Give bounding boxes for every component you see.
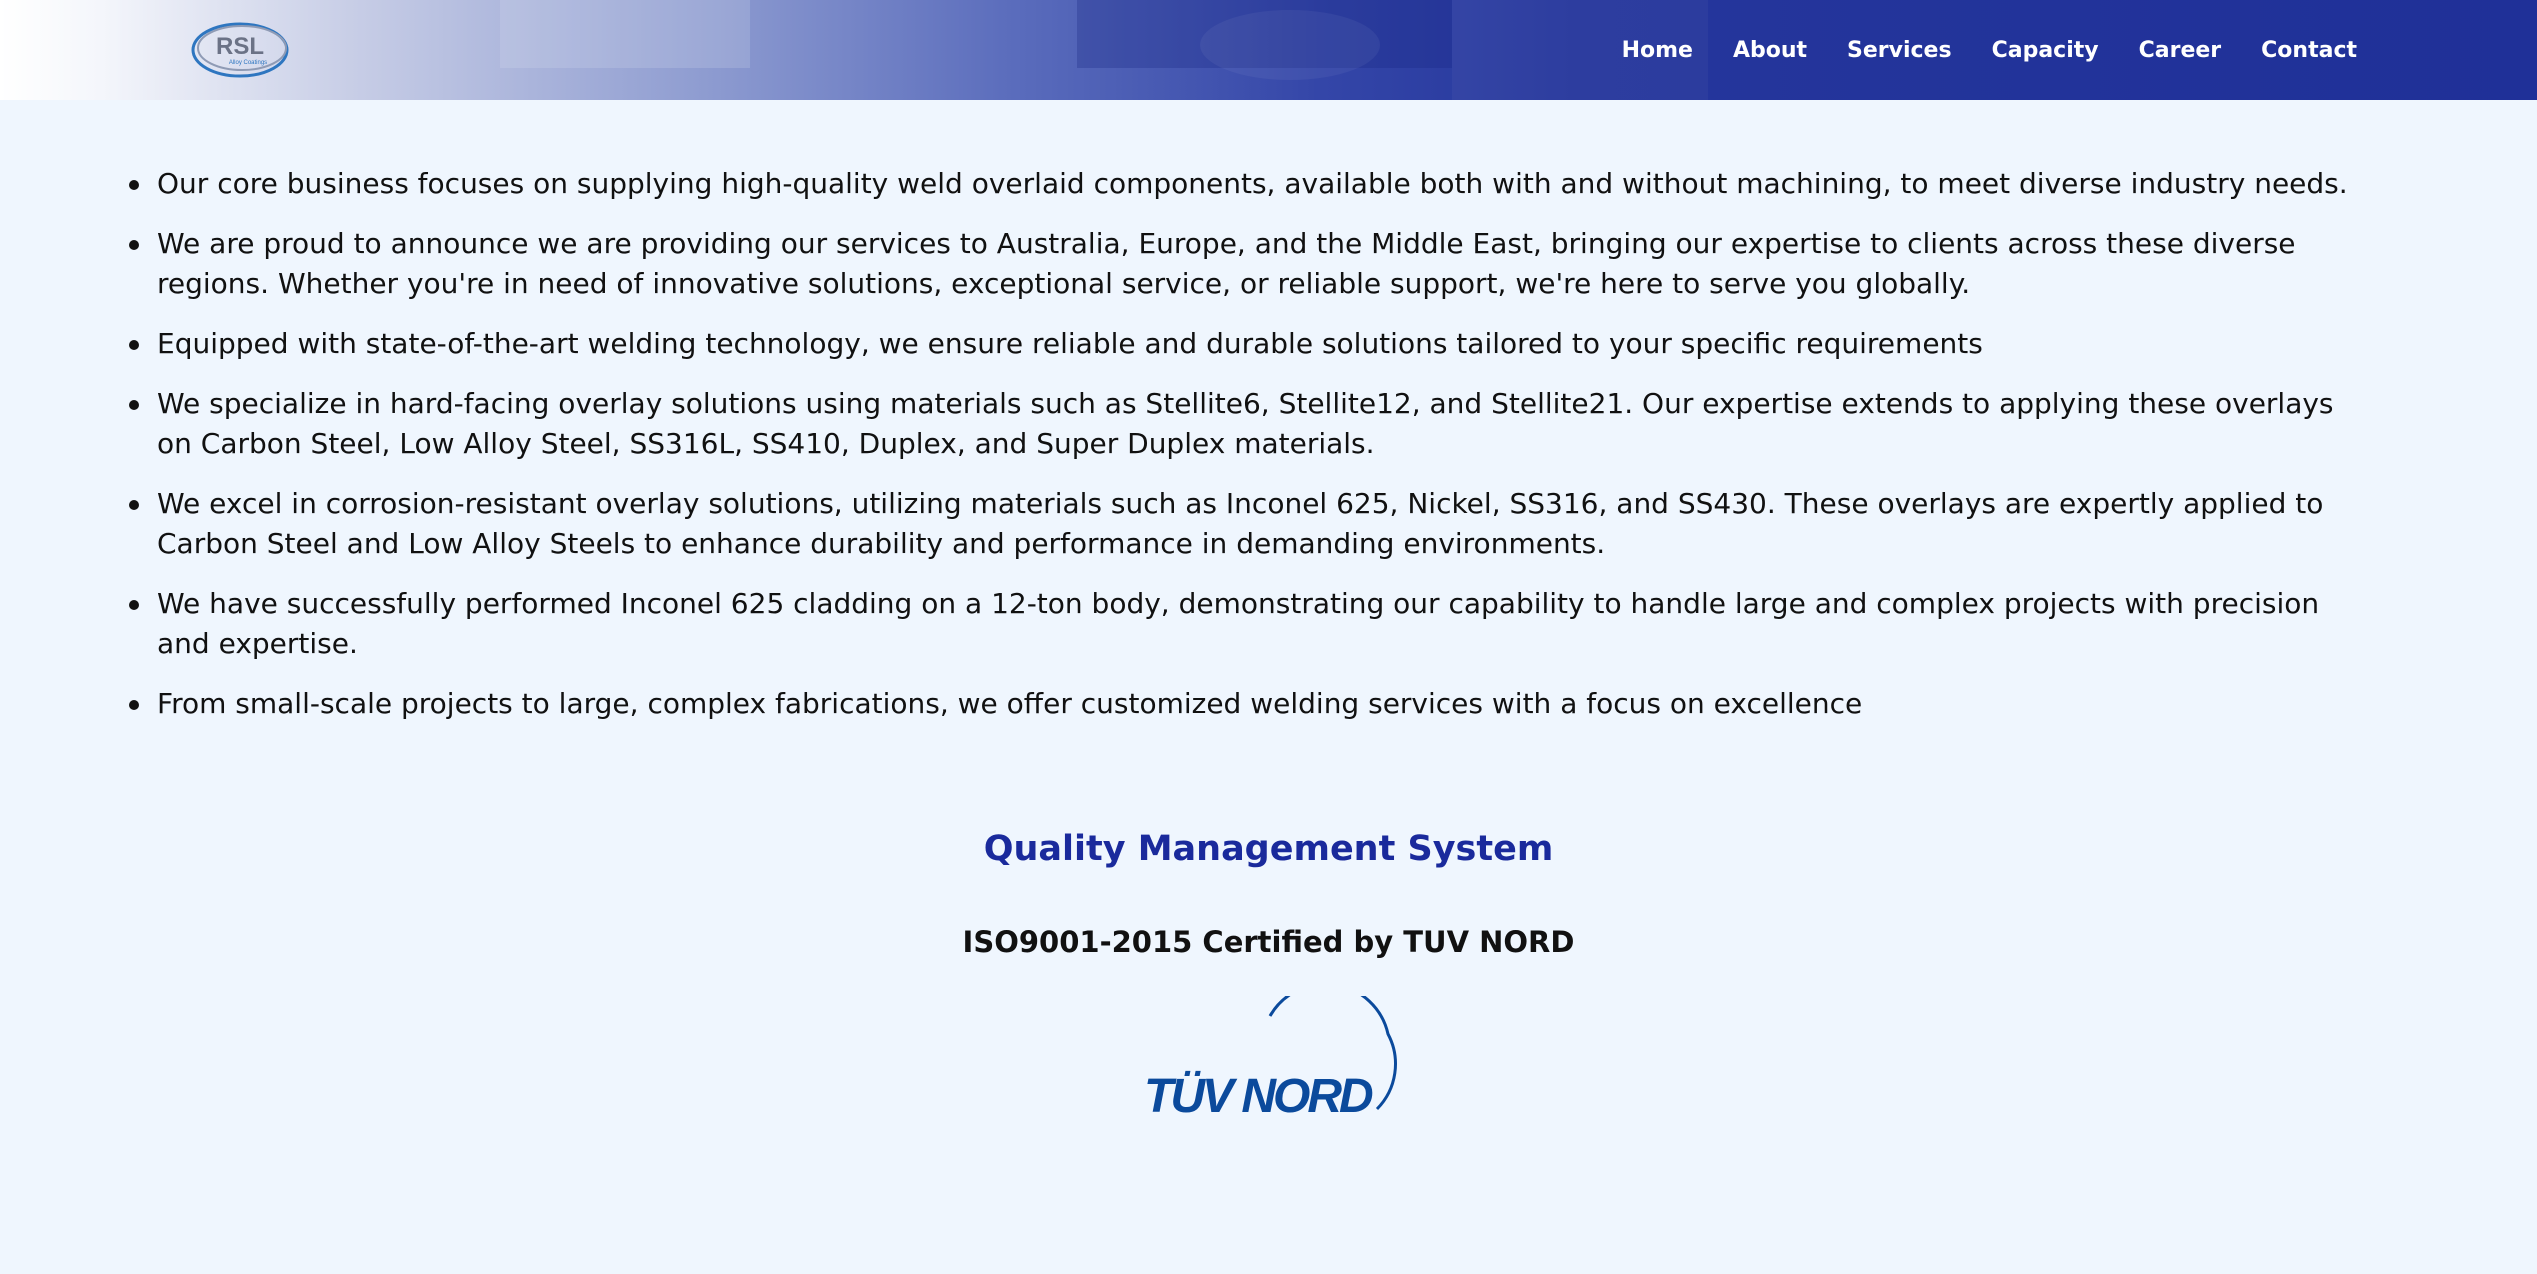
list-item: We specialize in hard-facing overlay sol…: [128, 384, 2358, 464]
nav-about[interactable]: About: [1733, 38, 1807, 63]
header-background-image: [500, 0, 750, 68]
tuv-nord-logo-text: TÜV NORD: [1144, 1070, 1373, 1118]
nav-contact[interactable]: Contact: [2261, 38, 2357, 63]
list-item: From small-scale projects to large, comp…: [128, 684, 2358, 724]
nav-career[interactable]: Career: [2139, 38, 2222, 63]
list-item: We have successfully performed Inconel 6…: [128, 584, 2358, 664]
nav-capacity[interactable]: Capacity: [1992, 38, 2099, 63]
qms-heading: Quality Management System: [983, 829, 1554, 869]
nav-services[interactable]: Services: [1847, 38, 1952, 63]
nav-home[interactable]: Home: [1622, 38, 1693, 63]
site-logo[interactable]: RSL Alloy Coatings: [190, 20, 290, 80]
logo-text: RSL: [216, 33, 264, 60]
certification-text: ISO9001-2015 Certified by TUV NORD: [962, 925, 1575, 959]
site-header: RSL Alloy Coatings Home About Services C…: [0, 0, 2537, 100]
main-nav: Home About Services Capacity Career Cont…: [1622, 0, 2357, 100]
capabilities-list: Our core business focuses on supplying h…: [128, 164, 2358, 724]
logo-subtext: Alloy Coatings: [229, 60, 267, 66]
list-item: Equipped with state-of-the-art welding t…: [128, 324, 2358, 364]
tuv-nord-logo: TÜV NORD: [1140, 996, 1400, 1118]
list-item: Our core business focuses on supplying h…: [128, 164, 2358, 204]
header-background-image: [1200, 10, 1380, 80]
list-item: We are proud to announce we are providin…: [128, 224, 2358, 304]
capabilities-section: Our core business focuses on supplying h…: [128, 164, 2358, 744]
list-item: We excel in corrosion-resistant overlay …: [128, 484, 2358, 564]
